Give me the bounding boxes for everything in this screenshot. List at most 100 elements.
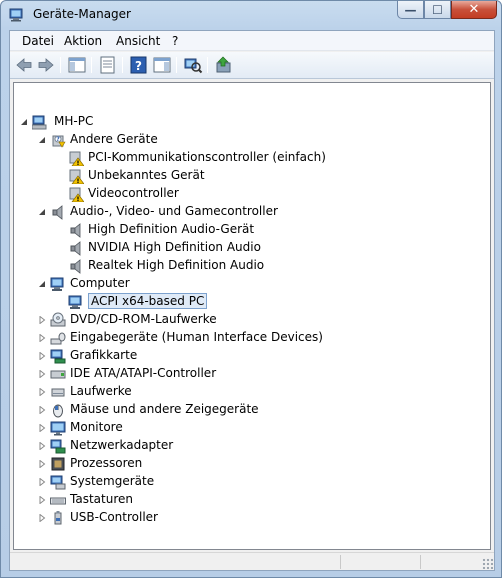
expand-arrow-icon[interactable] [38, 352, 46, 360]
tree-node[interactable]: IDE ATA/ATAPI-Controller [14, 365, 484, 383]
tree-node-label: Computer [70, 276, 130, 290]
tree-node[interactable]: Videocontroller [14, 185, 484, 203]
scan-hardware-icon[interactable] [183, 56, 203, 74]
tree-node[interactable]: Monitore [14, 419, 484, 437]
toolbar-separator [176, 57, 177, 73]
tree-node-label: Unbekanntes Gerät [88, 168, 205, 182]
minimize-button[interactable]: — [397, 1, 424, 19]
title-bar[interactable]: Geräte-Manager — ☐ ✕ [1, 1, 501, 29]
menu-datei[interactable]: Datei [20, 34, 56, 48]
tree-node[interactable]: Grafikkarte [14, 347, 484, 365]
monitor-icon [50, 421, 66, 436]
show-hide-console-tree-icon[interactable] [67, 56, 87, 74]
tree-node-label: PCI-Kommunikationscontroller (einfach) [88, 150, 326, 164]
dvd-drive-icon [50, 312, 66, 327]
collapse-arrow-icon[interactable] [20, 118, 28, 126]
expand-arrow-icon[interactable] [38, 316, 46, 324]
computer-icon [50, 277, 64, 291]
hid-icon [50, 332, 66, 345]
properties-icon[interactable] [98, 56, 118, 74]
tree-node[interactable]: High Definition Audio-Gerät [14, 221, 484, 239]
tree-node[interactable]: Audio-, Video- und Gamecontroller [14, 203, 484, 221]
tree-node[interactable]: USB-Controller [14, 509, 484, 527]
close-button[interactable]: ✕ [451, 1, 497, 19]
device-manager-app-icon [9, 8, 23, 22]
tree-node-label: High Definition Audio-Gerät [88, 222, 255, 236]
tree-node[interactable]: Tastaturen [14, 491, 484, 509]
mouse-icon [53, 404, 63, 418]
close-icon: ✕ [468, 2, 480, 17]
device-tree[interactable]: MH-PC ? Andere Geräte PCI-Kommunikationsco… [13, 82, 491, 550]
ide-controller-icon [50, 370, 66, 379]
tree-node-label: NVIDIA High Definition Audio [88, 240, 261, 254]
menu-bar: Datei Aktion Ansicht ? [10, 31, 494, 51]
status-divider [420, 555, 421, 569]
speaker-icon [70, 223, 81, 238]
tree-node-label: Prozessoren [70, 456, 143, 470]
disk-drive-icon [51, 388, 65, 397]
expand-arrow-icon[interactable] [38, 514, 46, 522]
toolbar-separator [207, 57, 208, 73]
tree-node-label: Netzwerkadapter [70, 438, 174, 452]
toolbar-separator [122, 57, 123, 73]
tree-node-label: Mäuse und andere Zeigegeräte [70, 402, 259, 416]
expand-arrow-icon[interactable] [38, 406, 46, 414]
tree-node-label: Monitore [70, 420, 123, 434]
tree-node[interactable]: Eingabegeräte (Human Interface Devices) [14, 329, 484, 347]
tree-node[interactable]: ACPI x64-based PC [14, 293, 484, 311]
expand-arrow-icon[interactable] [38, 334, 46, 342]
menu-ansicht[interactable]: Ansicht [114, 34, 162, 48]
computer-icon [68, 295, 82, 309]
maximize-button[interactable]: ☐ [424, 1, 451, 19]
tree-root-label: MH-PC [54, 114, 94, 128]
tree-node[interactable]: PCI-Kommunikationscontroller (einfach) [14, 149, 484, 167]
tree-node[interactable]: Prozessoren [14, 455, 484, 473]
speaker-icon [52, 205, 63, 220]
client-area: Datei Aktion Ansicht ? ? MH-PC ? Andere … [9, 30, 495, 571]
tree-node[interactable]: Laufwerke [14, 383, 484, 401]
tree-node[interactable]: Netzwerkadapter [14, 437, 484, 455]
tree-node[interactable]: Realtek High Definition Audio [14, 257, 484, 275]
tree-node-label: Tastaturen [70, 492, 133, 506]
collapse-arrow-icon[interactable] [38, 280, 46, 288]
maximize-icon: ☐ [432, 3, 443, 17]
expand-arrow-icon[interactable] [38, 442, 46, 450]
toolbar: ? [10, 52, 494, 79]
usb-controller-icon [54, 511, 62, 525]
expand-arrow-icon[interactable] [38, 460, 46, 468]
display-adapter-icon [50, 349, 66, 364]
tree-node[interactable]: Computer [14, 275, 484, 293]
expand-arrow-icon[interactable] [38, 424, 46, 432]
tree-node[interactable]: ? Andere Geräte [14, 131, 484, 149]
expand-arrow-icon[interactable] [38, 370, 46, 378]
tree-node-label: Laufwerke [70, 384, 132, 398]
tree-node-label: ACPI x64-based PC [88, 293, 208, 309]
expand-arrow-icon[interactable] [38, 388, 46, 396]
menu-help[interactable]: ? [170, 34, 180, 48]
tree-node[interactable]: Mäuse und andere Zeigegeräte [14, 401, 484, 419]
update-driver-icon[interactable] [214, 56, 234, 74]
unknown-device-icon: ? [52, 135, 66, 148]
speaker-icon [70, 259, 81, 274]
forward-arrow-icon[interactable] [36, 56, 56, 74]
network-adapter-icon [50, 439, 66, 454]
tree-node[interactable]: Unbekanntes Gerät [14, 167, 484, 185]
collapse-arrow-icon[interactable] [38, 208, 46, 216]
resize-grip[interactable] [482, 558, 493, 569]
show-action-pane-icon[interactable] [152, 56, 172, 74]
tree-node[interactable]: DVD/CD-ROM-Laufwerke [14, 311, 484, 329]
processor-icon [51, 457, 65, 471]
collapse-arrow-icon[interactable] [38, 136, 46, 144]
tree-node[interactable]: Systemgeräte [14, 473, 484, 491]
toolbar-separator [60, 57, 61, 73]
back-arrow-icon[interactable] [14, 56, 34, 74]
help-icon[interactable]: ? [129, 56, 149, 74]
menu-aktion[interactable]: Aktion [62, 34, 104, 48]
expand-arrow-icon[interactable] [38, 496, 46, 504]
device-manager-window: Geräte-Manager — ☐ ✕ Datei Aktion Ansich… [0, 0, 502, 578]
tree-node-label: IDE ATA/ATAPI-Controller [70, 366, 217, 380]
window-title: Geräte-Manager [33, 7, 131, 21]
expand-arrow-icon[interactable] [38, 478, 46, 486]
tree-node[interactable]: NVIDIA High Definition Audio [14, 239, 484, 257]
status-divider [340, 555, 341, 569]
